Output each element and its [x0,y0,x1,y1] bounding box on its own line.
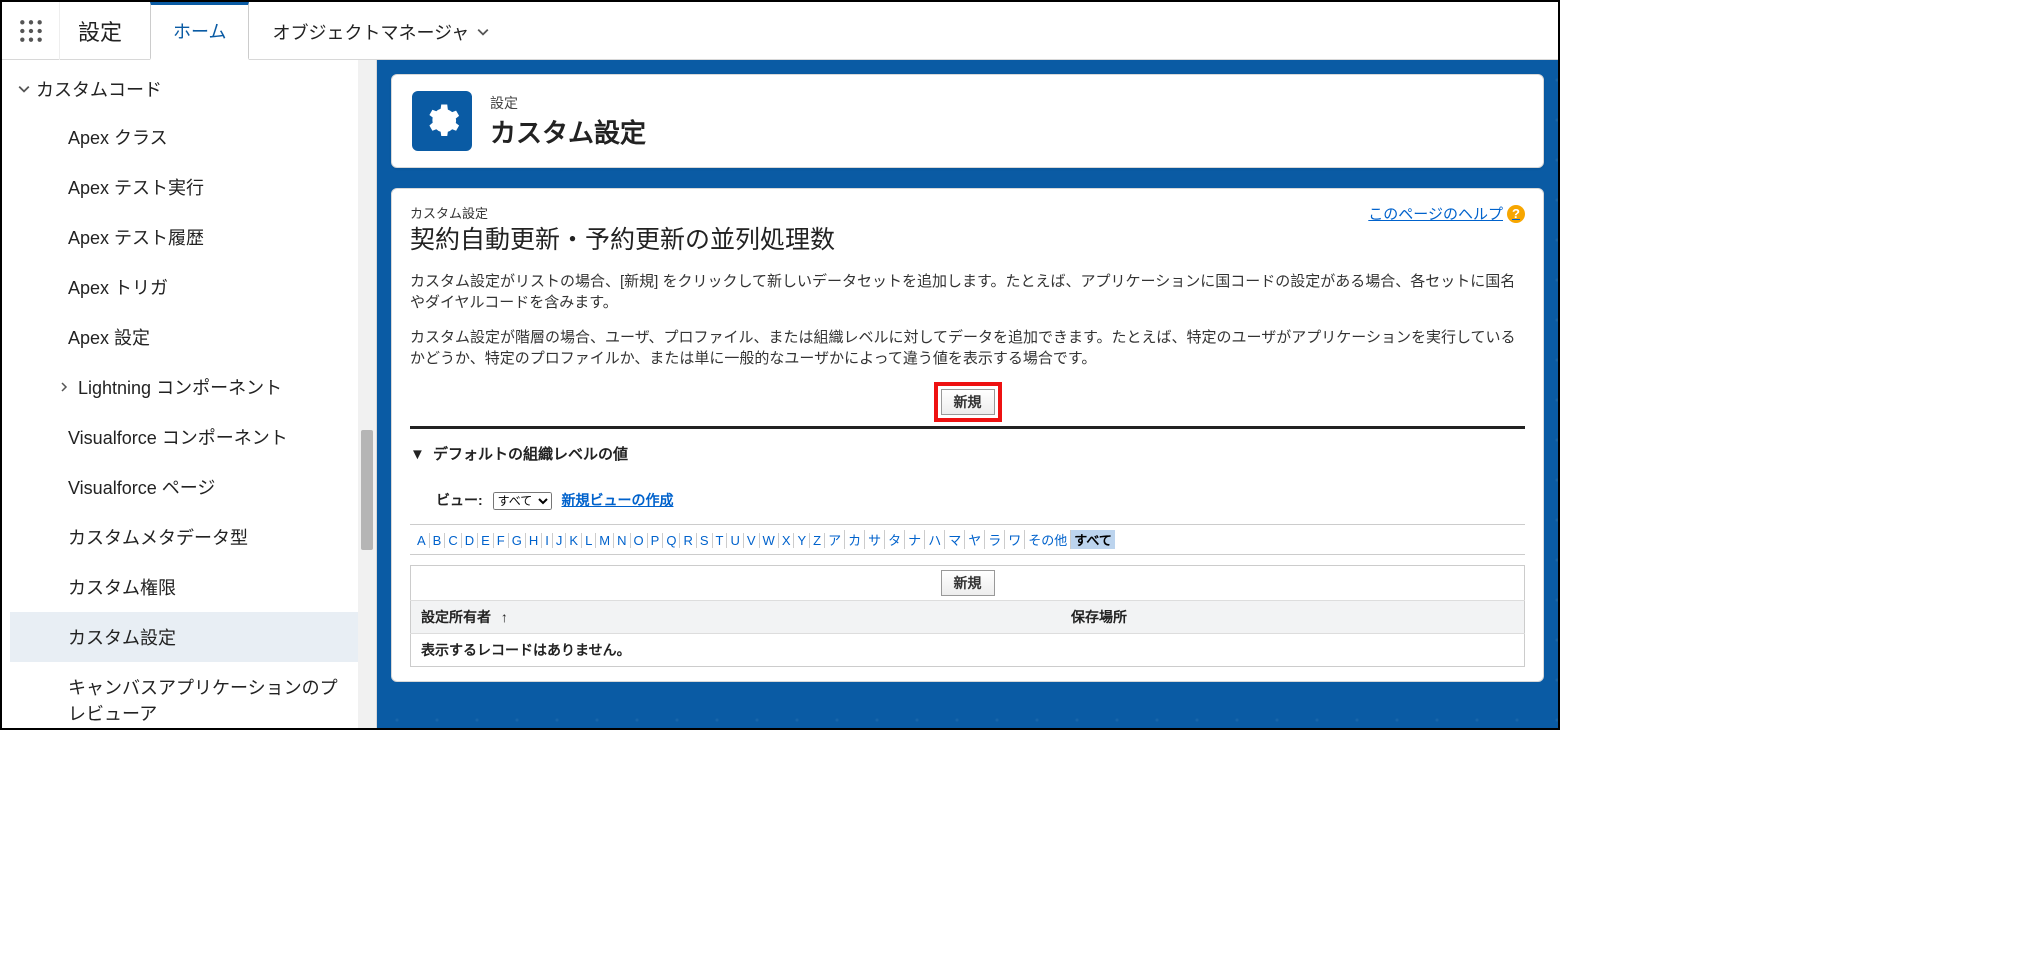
section-title: 契約自動更新・予約更新の並列処理数 [410,220,1525,256]
alphabet-letter[interactable]: X [779,533,795,548]
help-icon: ? [1507,205,1525,223]
help-link[interactable]: このページのヘルプ ? [1368,203,1525,224]
alphabet-letter[interactable]: マ [945,530,965,549]
sidebar-item-lightning-components[interactable]: Lightning コンポーネント [10,362,358,412]
alphabet-letter[interactable]: E [478,533,494,548]
alphabet-letter[interactable]: W [760,533,779,548]
new-button-highlight: 新規 [934,382,1002,422]
sidebar-item-custom-metadata[interactable]: カスタムメタデータ型 [10,512,358,562]
body-card: このページのヘルプ ? カスタム設定 契約自動更新・予約更新の並列処理数 カスタ… [391,188,1544,682]
gear-icon [412,91,472,151]
alphabet-letter[interactable]: ハ [925,530,945,549]
view-label: ビュー: [436,492,483,508]
default-org-level-section[interactable]: ▼ デフォルトの組織レベルの値 [410,435,1525,482]
alphabet-letter[interactable]: R [680,533,696,548]
view-select[interactable]: すべて [493,492,552,510]
chevron-right-icon [56,382,72,392]
alphabet-letter[interactable]: T [713,533,728,548]
alphabet-letter[interactable]: ワ [1005,530,1025,549]
alphabet-letter[interactable]: Y [794,533,810,548]
empty-message: 表示するレコードはありません。 [411,634,1525,667]
alphabet-letter[interactable]: I [542,533,553,548]
content-area: 設定 カスタム設定 このページのヘルプ ? カスタム設定 契約自動更新・予約更新… [377,60,1558,728]
sidebar: カスタムコード Apex クラスApex テスト実行Apex テスト履歴Apex… [2,60,377,728]
alphabet-letter[interactable]: ナ [905,530,925,549]
create-view-link[interactable]: 新規ビューの作成 [561,492,673,508]
sidebar-item-apex-class[interactable]: Apex クラス [10,112,358,162]
alphabet-letter[interactable]: H [526,533,542,548]
alphabet-letter[interactable]: N [614,533,630,548]
col-location-label: 保存場所 [1071,609,1127,625]
alphabet-letter[interactable]: B [430,533,446,548]
tab-label: ホーム [173,18,226,44]
col-location[interactable]: 保存場所 [1061,601,1524,634]
tab-object-manager[interactable]: オブジェクトマネージャ [249,2,512,60]
app-launcher-icon[interactable] [2,2,60,60]
page-header-card: 設定 カスタム設定 [391,74,1544,168]
chevron-down-icon [16,83,32,95]
alphabet-letter[interactable]: G [509,533,526,548]
alphabet-letter[interactable]: V [744,533,760,548]
alphabet-filter: ABCDEFGHIJKLMNOPQRSTUVWXYZアカサタナハマヤラワその他す… [410,524,1525,555]
alphabet-letter[interactable]: A [414,533,430,548]
data-table: 新規 設定所有者 ↑ 保存場所 表示するレコードはありません。 [410,565,1525,667]
sidebar-item-vf-components[interactable]: Visualforce コンポーネント [10,412,358,462]
col-owner[interactable]: 設定所有者 ↑ [411,601,1062,634]
view-row: ビュー: すべて 新規ビューの作成 [410,482,1525,518]
alphabet-letter[interactable]: すべて [1071,530,1115,549]
app-name: 設定 [60,15,150,47]
alphabet-letter[interactable]: L [582,533,596,548]
alphabet-letter[interactable]: ヤ [965,530,985,549]
sidebar-item-apex-settings[interactable]: Apex 設定 [10,312,358,362]
sidebar-scrollbar[interactable] [358,60,376,728]
alphabet-letter[interactable]: ア [825,530,845,549]
sidebar-item-label: Lightning コンポーネント [78,374,282,400]
collapser-label: デフォルトの組織レベルの値 [433,446,628,463]
topbar: 設定 ホーム オブジェクトマネージャ [2,2,1558,60]
alphabet-letter[interactable]: C [445,533,461,548]
alphabet-letter[interactable]: O [631,533,648,548]
table-new-button[interactable]: 新規 [941,570,995,596]
alphabet-letter[interactable]: S [697,533,713,548]
description-1: カスタム設定がリストの場合、[新規] をクリックして新しいデータセットを追加しま… [410,270,1525,312]
alphabet-letter[interactable]: M [596,533,614,548]
alphabet-letter[interactable]: タ [885,530,905,549]
button-row: 新規 [410,382,1525,429]
scrollbar-thumb[interactable] [361,430,373,550]
alphabet-letter[interactable]: その他 [1025,530,1071,549]
col-owner-label: 設定所有者 [421,609,491,625]
page-header-eyebrow: 設定 [490,93,646,113]
sidebar-group-label: カスタムコード [36,76,162,102]
sidebar-item-vf-pages[interactable]: Visualforce ページ [10,462,358,512]
alphabet-letter[interactable]: F [494,533,509,548]
alphabet-letter[interactable]: カ [845,530,865,549]
alphabet-letter[interactable]: Z [810,533,825,548]
new-button[interactable]: 新規 [941,389,995,415]
alphabet-letter[interactable]: U [727,533,743,548]
alphabet-letter[interactable]: K [566,533,582,548]
sidebar-item-apex-test-run[interactable]: Apex テスト実行 [10,162,358,212]
tab-home[interactable]: ホーム [150,2,249,60]
sidebar-item-apex-test-history[interactable]: Apex テスト履歴 [10,212,358,262]
tab-label: オブジェクトマネージャ [272,19,469,45]
sort-ascending-icon: ↑ [501,609,508,625]
alphabet-letter[interactable]: ラ [985,530,1005,549]
alphabet-letter[interactable]: J [553,533,567,548]
alphabet-letter[interactable]: D [462,533,478,548]
alphabet-letter[interactable]: P [648,533,664,548]
triangle-down-icon: ▼ [410,446,425,463]
help-link-label: このページのヘルプ [1368,203,1503,224]
sidebar-item-custom-settings[interactable]: カスタム設定 [10,612,358,662]
sidebar-item-custom-permissions[interactable]: カスタム権限 [10,562,358,612]
page-header-title: カスタム設定 [490,113,646,150]
alphabet-letter[interactable]: サ [865,530,885,549]
chevron-down-icon [477,26,489,38]
sidebar-group-custom-code[interactable]: カスタムコード [2,66,358,112]
alphabet-letter[interactable]: Q [663,533,680,548]
sidebar-item-apex-trigger[interactable]: Apex トリガ [10,262,358,312]
sidebar-item-canvas-previewer[interactable]: キャンバスアプリケーションのプレビューア [10,662,358,728]
description-2: カスタム設定が階層の場合、ユーザ、プロファイル、または組織レベルに対してデータを… [410,326,1525,368]
